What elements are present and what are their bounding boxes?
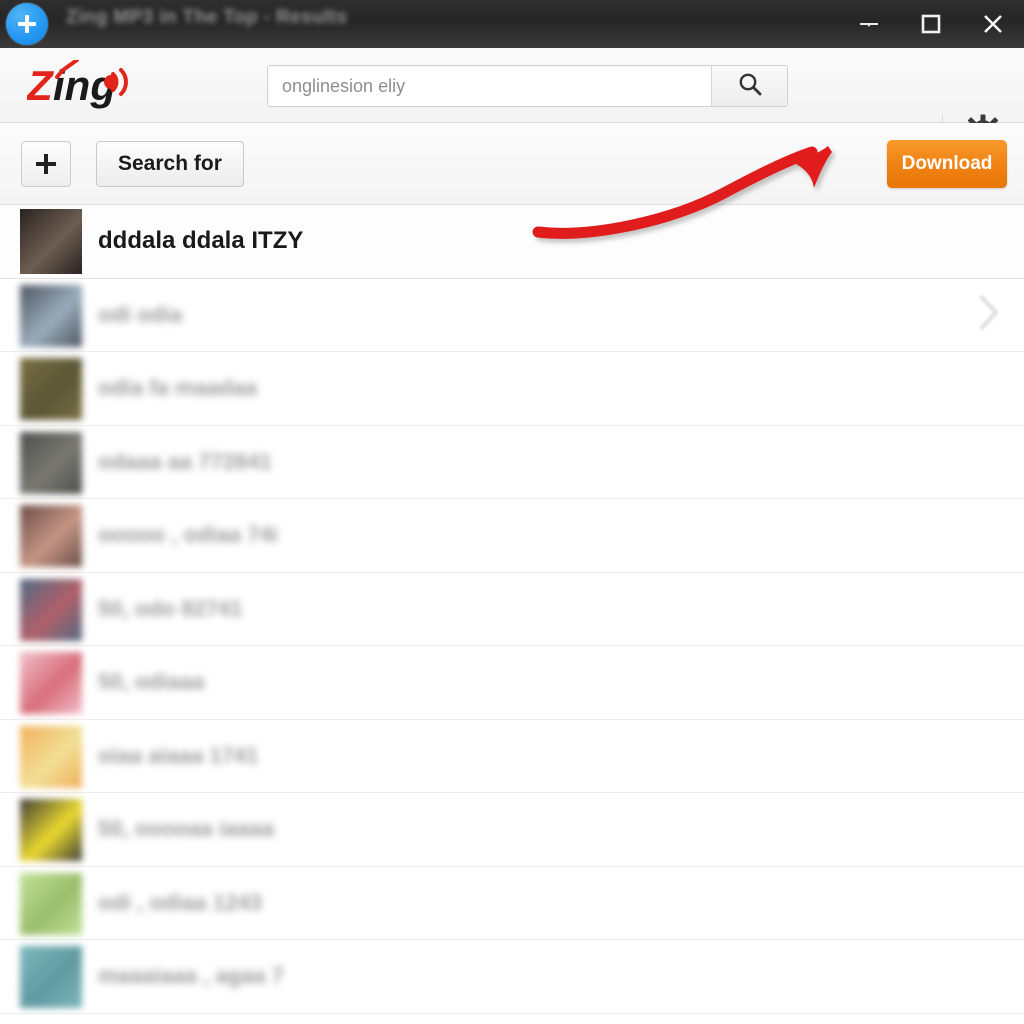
- zing-logo[interactable]: Z ing: [27, 60, 147, 112]
- download-label: Download: [901, 153, 993, 174]
- search-for-button[interactable]: Search for: [96, 141, 244, 187]
- search-submit-button[interactable]: [711, 66, 787, 106]
- result-thumbnail: [20, 799, 82, 861]
- search-for-label: Search for: [118, 152, 222, 175]
- result-title: 50, odiaaa: [98, 669, 205, 695]
- app-window: Zing MP3 in The Top - Results Z ing ongl…: [0, 0, 1024, 1024]
- result-thumbnail: [20, 358, 82, 420]
- result-thumbnail: [20, 431, 82, 494]
- result-title: ooooo , odiaa 74i: [98, 522, 278, 548]
- download-button[interactable]: Download: [887, 140, 1007, 188]
- result-title: odi odia: [98, 301, 183, 327]
- result-row[interactable]: 50, odo 82741: [0, 573, 1024, 646]
- result-row[interactable]: odi odia: [0, 279, 1024, 352]
- svg-text:Z: Z: [27, 62, 54, 109]
- action-toolbar: Search for: [0, 123, 1024, 205]
- window-controls: [838, 0, 1024, 48]
- result-title: 50, odo 82741: [98, 595, 243, 621]
- result-title: oiaa aiaaa 1741: [98, 742, 259, 768]
- result-row[interactable]: ooooo , odiaa 74i: [0, 499, 1024, 573]
- search-icon: [737, 71, 763, 102]
- results-list[interactable]: dddala ddala ITZY odi odia odia fa maadaa o…: [0, 205, 1024, 1024]
- site-header: Z ing onglinesion eliy: [0, 48, 1024, 154]
- result-thumbnail: [20, 652, 82, 714]
- result-row[interactable]: odi , odiaa 1243: [0, 867, 1024, 940]
- result-row[interactable]: 50, odiaaa: [0, 646, 1024, 720]
- minimize-button[interactable]: [838, 0, 900, 48]
- result-title: odaaa aa 772841: [98, 448, 272, 474]
- result-thumbnail: [20, 505, 82, 567]
- result-thumbnail: [20, 872, 82, 935]
- result-thumbnail: [20, 209, 82, 274]
- result-title: dddala ddala ITZY: [98, 227, 304, 255]
- search-bar: [267, 65, 788, 107]
- search-input[interactable]: [268, 66, 711, 106]
- window-title: Zing MP3 in The Top - Results: [66, 7, 348, 28]
- result-thumbnail: [20, 284, 82, 347]
- add-button[interactable]: [21, 141, 71, 187]
- result-row[interactable]: oiaa aiaaa 1741: [0, 720, 1024, 793]
- result-thumbnail: [20, 725, 82, 788]
- close-button[interactable]: [962, 0, 1024, 48]
- result-row[interactable]: maaaiaaa , agaa 7: [0, 940, 1024, 1014]
- result-title: odi , odiaa 1243: [98, 889, 262, 915]
- result-row[interactable]: odia fa maadaa: [0, 352, 1024, 426]
- result-row[interactable]: 50, ooooaa iaaaa: [0, 793, 1024, 867]
- chevron-right-icon[interactable]: [976, 293, 1002, 336]
- result-title: 50, ooooaa iaaaa: [98, 816, 275, 842]
- window-titlebar: Zing MP3 in The Top - Results: [0, 0, 1024, 48]
- plus-icon: [36, 154, 56, 174]
- result-title: odia fa maadaa: [98, 375, 257, 401]
- maximize-button[interactable]: [900, 0, 962, 48]
- result-thumbnail: [20, 578, 82, 641]
- result-row[interactable]: odaaa aa 772841: [0, 426, 1024, 499]
- result-row-featured[interactable]: dddala ddala ITZY: [0, 205, 1024, 279]
- plus-circle-icon[interactable]: [6, 3, 48, 45]
- result-thumbnail: [20, 946, 82, 1008]
- result-title: maaaiaaa , agaa 7: [98, 963, 284, 989]
